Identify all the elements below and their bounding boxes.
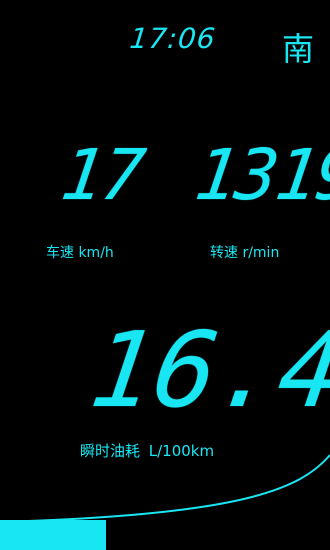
fuel-consumption-value: 16.4 [83,309,330,431]
rpm-label: 转速 r/min [210,245,280,261]
clock-display: 17:06 [128,22,218,55]
fuel-consumption-label: 瞬时油耗 L/100km [80,442,215,460]
rpm-value: 1319 [190,134,330,216]
speed-value: 17 [56,134,149,216]
speed-label: 车速 km/h [46,245,114,261]
heading-indicator: 南 [282,30,315,68]
progress-bar-fill [0,520,106,550]
decorative-arc [0,454,330,523]
